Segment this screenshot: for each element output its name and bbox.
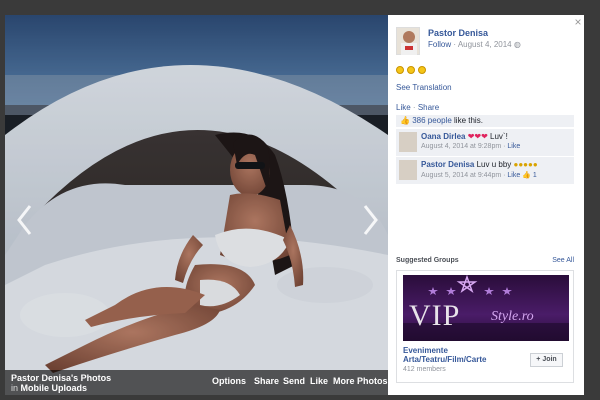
album-in-label: in <box>11 383 19 393</box>
post-date[interactable]: August 4, 2014 <box>458 40 512 49</box>
post-actions: Like · Share <box>396 103 439 112</box>
comment-body: Luv u bby <box>474 160 512 169</box>
next-arrow-icon[interactable] <box>360 203 380 237</box>
album-source-link[interactable]: Mobile Uploads <box>21 383 88 393</box>
see-translation-link[interactable]: See Translation <box>396 83 452 92</box>
banner-logo-script: Style.ro <box>491 309 534 324</box>
photo-sidebar: Pastor Denisa Follow · August 4, 2014 ◍ … <box>388 15 584 395</box>
post-author[interactable]: Pastor Denisa <box>428 28 488 38</box>
album-source: in Mobile Uploads <box>11 383 87 393</box>
likes-suffix: like this. <box>451 116 483 125</box>
follow-link[interactable]: Follow <box>428 40 451 49</box>
smile-emoji-icon <box>396 66 404 74</box>
suggested-groups-header: Suggested Groups See All <box>396 257 574 264</box>
comment-time[interactable]: August 5, 2014 at 9:44pm <box>421 172 501 179</box>
join-group-button[interactable]: + Join <box>530 353 563 367</box>
comment-meta: August 4, 2014 at 9:28pm · Like <box>421 143 520 150</box>
send-button[interactable]: Send <box>283 376 305 386</box>
post-emoji <box>396 65 427 75</box>
comment-text: Pastor Denisa Luv u bby ●●●●● <box>421 160 538 169</box>
comment-author[interactable]: Pastor Denisa <box>421 160 474 169</box>
smile-emoji-icon <box>418 66 427 74</box>
avatar[interactable] <box>399 132 417 152</box>
thumbs-up-icon: 👍 <box>522 172 531 179</box>
banner-logo-text: VIP <box>409 299 461 332</box>
heart-emoji-icon: ❤❤❤ <box>467 132 488 141</box>
photo-image <box>5 15 388 395</box>
group-card: VIP Style.ro Evenimente Arta/Teatru/Film… <box>396 270 574 383</box>
photo-caption-bar: Pastor Denisa's Photos in Mobile Uploads… <box>5 370 388 395</box>
comment-time[interactable]: August 4, 2014 at 9:28pm <box>421 143 501 150</box>
comment-like-link[interactable]: Like <box>507 172 520 179</box>
avatar[interactable] <box>399 160 417 180</box>
avatar[interactable] <box>396 27 420 55</box>
share-button[interactable]: Share <box>254 376 279 386</box>
photo[interactable]: Pastor Denisa's Photos in Mobile Uploads… <box>5 15 388 395</box>
comment-like-link[interactable]: Like <box>507 143 520 150</box>
comment-author[interactable]: Oana Dirlea <box>421 132 465 141</box>
photo-viewer: Pastor Denisa's Photos in Mobile Uploads… <box>0 0 600 400</box>
emoji-icon: ●●●●● <box>513 160 538 169</box>
previous-arrow-icon[interactable] <box>15 203 35 237</box>
post-like-link[interactable]: Like <box>396 103 411 112</box>
comment-like-count[interactable]: 1 <box>533 172 537 179</box>
comment-meta: August 5, 2014 at 9:44pm · Like 👍 1 <box>421 171 537 179</box>
post-share-link[interactable]: Share <box>418 103 439 112</box>
thumbs-up-icon: 👍 <box>400 116 410 125</box>
post-meta: Follow · August 4, 2014 ◍ <box>428 40 521 49</box>
comment: Pastor Denisa Luv u bby ●●●●● August 5, … <box>396 157 574 184</box>
comment-text: Oana Dirlea ❤❤❤ Luv`! <box>421 132 508 141</box>
globe-icon: ◍ <box>513 40 521 49</box>
album-title[interactable]: Pastor Denisa's Photos <box>11 373 111 383</box>
close-icon[interactable]: × <box>572 16 584 28</box>
likes-summary: 👍 386 people like this. <box>396 115 574 127</box>
comment-body: Luv`! <box>487 132 508 141</box>
likes-count-link[interactable]: 386 people <box>412 116 452 125</box>
comment: Oana Dirlea ❤❤❤ Luv`! August 4, 2014 at … <box>396 129 574 156</box>
options-button[interactable]: Options <box>212 376 246 386</box>
group-banner[interactable]: VIP Style.ro <box>403 275 569 341</box>
smile-emoji-icon <box>407 66 416 74</box>
group-members: 412 members <box>403 366 446 373</box>
group-name[interactable]: Evenimente Arta/Teatru/Film/Carte <box>403 346 523 364</box>
suggested-groups-title: Suggested Groups <box>396 257 459 264</box>
more-photos-button[interactable]: More Photos <box>333 376 388 386</box>
see-all-link[interactable]: See All <box>552 257 574 264</box>
like-button[interactable]: Like <box>310 376 328 386</box>
